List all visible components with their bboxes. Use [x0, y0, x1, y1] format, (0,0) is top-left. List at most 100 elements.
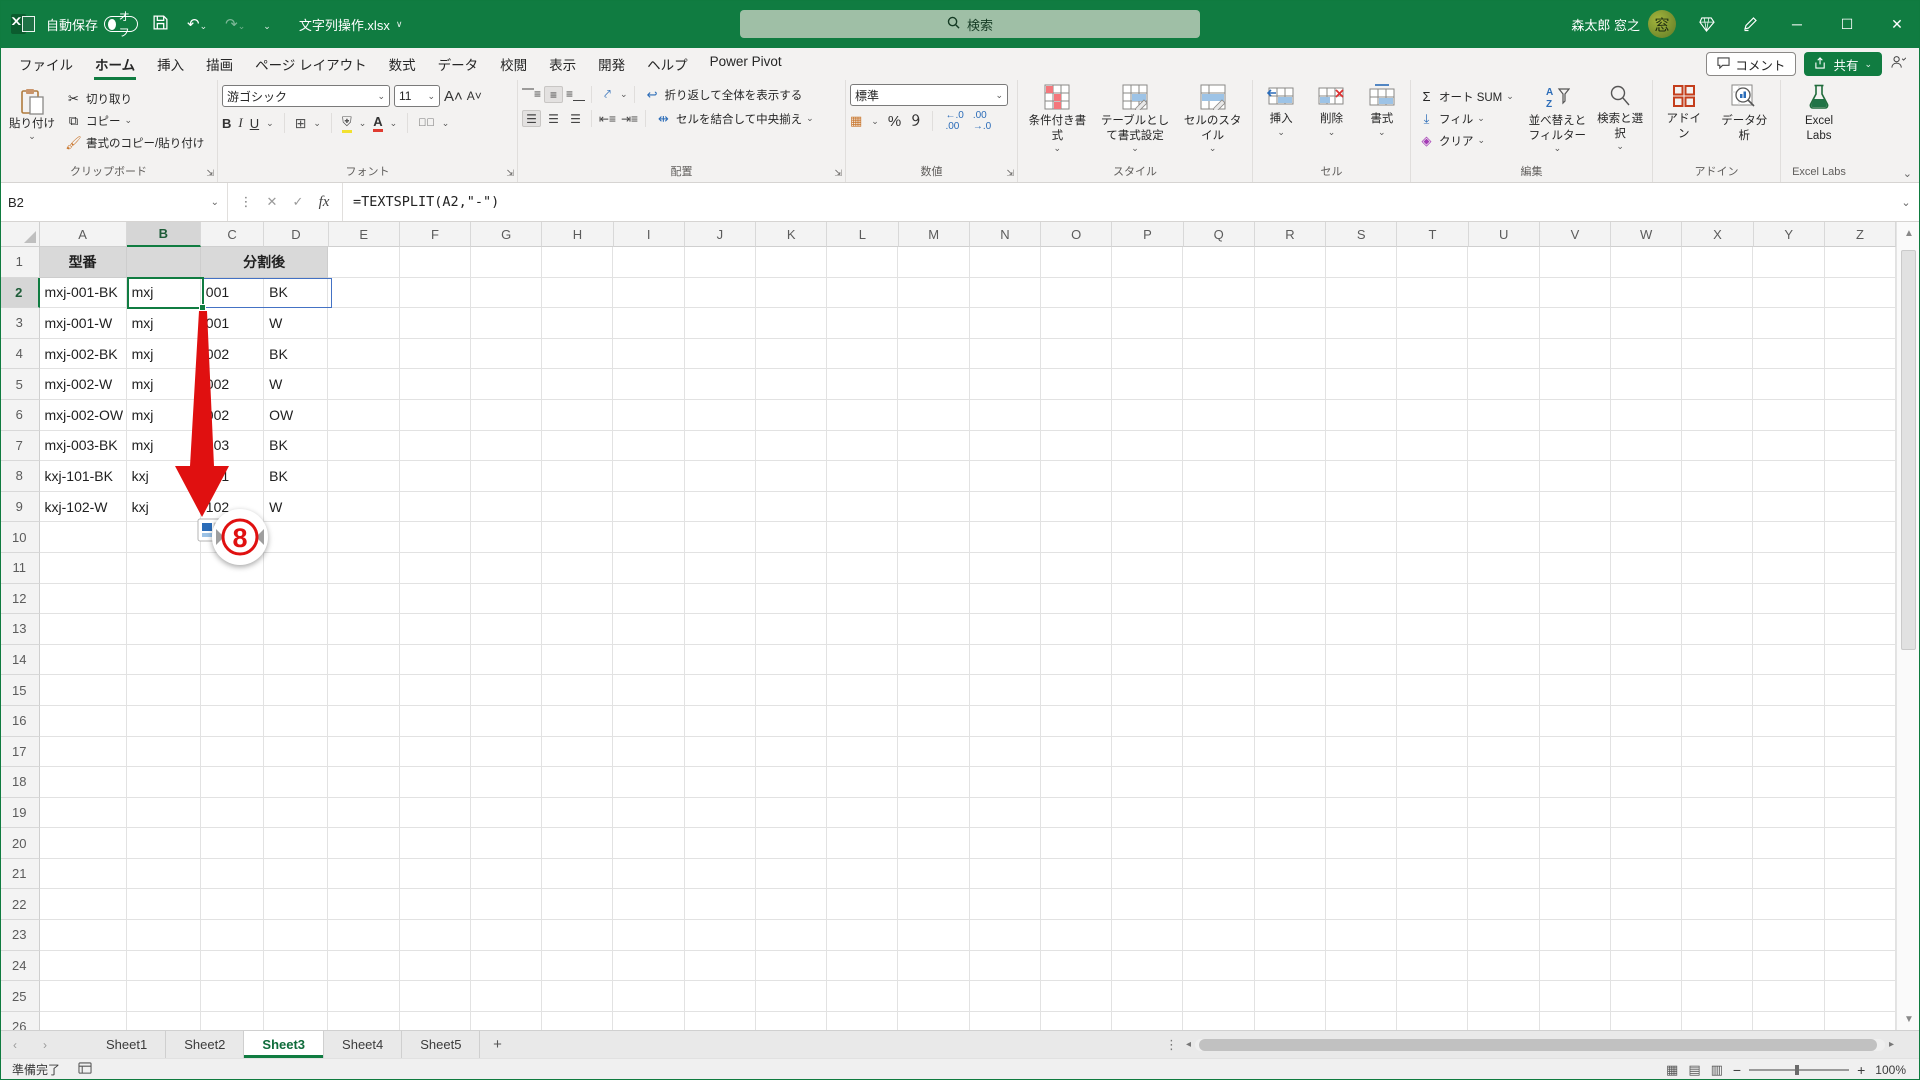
cell-E16[interactable]	[328, 705, 400, 737]
cell-G5[interactable]	[470, 369, 543, 400]
ribbon-tab-表示[interactable]: 表示	[538, 49, 587, 79]
cell-Q6[interactable]	[1183, 399, 1255, 431]
cell-F20[interactable]	[399, 828, 471, 859]
ribbon-tab-ヘルプ[interactable]: ヘルプ	[636, 49, 699, 79]
cell-K18[interactable]	[755, 767, 828, 798]
cell-Y17[interactable]	[1753, 736, 1825, 768]
cell-I4[interactable]	[613, 338, 685, 370]
cell-P15[interactable]	[1112, 675, 1184, 706]
cell-Z19[interactable]	[1824, 797, 1896, 829]
row-header-4[interactable]: 4	[0, 338, 40, 370]
save-icon[interactable]	[148, 14, 173, 35]
cell-F17[interactable]	[399, 736, 471, 768]
cell-R22[interactable]	[1254, 889, 1326, 921]
cell-F2[interactable]	[399, 277, 471, 309]
cell-W5[interactable]	[1610, 369, 1683, 400]
cell-Q16[interactable]	[1183, 705, 1255, 737]
cell-D14[interactable]	[264, 644, 329, 676]
cell-D23[interactable]	[264, 920, 329, 951]
cell-T9[interactable]	[1397, 491, 1469, 523]
cell-J14[interactable]	[684, 644, 756, 676]
scroll-up-icon[interactable]: ▲	[1897, 222, 1920, 244]
cell-K16[interactable]	[755, 705, 828, 737]
cell-H5[interactable]	[542, 369, 614, 400]
cell-G21[interactable]	[470, 858, 543, 890]
cell-I14[interactable]	[613, 644, 685, 676]
cell-N4[interactable]	[969, 338, 1041, 370]
autosave-toggle[interactable]: 自動保存 オフ	[46, 11, 139, 39]
cell-U22[interactable]	[1468, 889, 1540, 921]
cell-F1[interactable]	[399, 247, 471, 278]
cell-B20[interactable]	[126, 828, 201, 859]
cell-X14[interactable]	[1682, 644, 1754, 676]
cell-P6[interactable]	[1112, 399, 1184, 431]
cell-I7[interactable]	[613, 430, 685, 462]
cell-K8[interactable]	[755, 461, 828, 492]
editing-pen-icon[interactable]	[1730, 0, 1770, 48]
cell-B16[interactable]	[126, 705, 201, 737]
cell-Q3[interactable]	[1183, 308, 1255, 339]
cell-W14[interactable]	[1610, 644, 1683, 676]
cell-U1[interactable]	[1468, 247, 1540, 278]
row-header-19[interactable]: 19	[0, 797, 40, 829]
vertical-scroll-thumb[interactable]	[1901, 250, 1916, 650]
cell-S24[interactable]	[1325, 950, 1398, 982]
format-cells-button[interactable]: 書式 ⌄	[1358, 84, 1406, 138]
cell-V11[interactable]	[1539, 552, 1611, 584]
cell-Z6[interactable]	[1824, 399, 1896, 431]
cell-D2[interactable]: BK	[264, 277, 329, 309]
cell-I8[interactable]	[613, 461, 685, 492]
cell-L4[interactable]	[827, 338, 899, 370]
cell-X22[interactable]	[1682, 889, 1754, 921]
cell-A3[interactable]: mxj-001-W	[39, 308, 127, 339]
cell-Z18[interactable]	[1824, 767, 1896, 798]
cell-O11[interactable]	[1040, 552, 1113, 584]
align-center-icon[interactable]: ☰	[544, 110, 563, 127]
cell-V6[interactable]	[1539, 399, 1611, 431]
cell-N16[interactable]	[969, 705, 1041, 737]
cell-U2[interactable]	[1468, 277, 1540, 309]
cell-F22[interactable]	[399, 889, 471, 921]
cell-U17[interactable]	[1468, 736, 1540, 768]
cell-F23[interactable]	[399, 920, 471, 951]
cell-B10[interactable]	[126, 522, 201, 553]
cell-F19[interactable]	[399, 797, 471, 829]
cell-V10[interactable]	[1539, 522, 1611, 553]
cell-A22[interactable]	[39, 889, 127, 921]
cell-Z21[interactable]	[1824, 858, 1896, 890]
cell-K26[interactable]	[756, 1011, 828, 1030]
cell-T1[interactable]	[1397, 247, 1469, 278]
sheet-nav-right-icon[interactable]: ›	[30, 1031, 60, 1058]
minimize-button[interactable]: ─	[1774, 0, 1820, 48]
cell-E21[interactable]	[328, 858, 400, 890]
cell-M16[interactable]	[898, 705, 970, 737]
cell-R26[interactable]	[1255, 1011, 1326, 1030]
sheet-tab-Sheet4[interactable]: Sheet4	[324, 1031, 403, 1058]
cell-Z3[interactable]	[1824, 308, 1896, 339]
cell-X16[interactable]	[1682, 705, 1754, 737]
cell-K2[interactable]	[755, 277, 828, 309]
cell-J26[interactable]	[685, 1011, 756, 1030]
column-header-A[interactable]: A	[39, 222, 127, 247]
row-header-22[interactable]: 22	[0, 889, 40, 921]
cell-Z12[interactable]	[1824, 583, 1896, 615]
cell-V2[interactable]	[1539, 277, 1611, 309]
font-family-select[interactable]: 游ゴシック ⌄	[222, 85, 390, 107]
cell-C7[interactable]: 003	[200, 430, 265, 462]
cell-N24[interactable]	[969, 950, 1041, 982]
merge-center-button[interactable]: ⇹ セルを結合して中央揃え ⌄	[652, 108, 817, 129]
cell-L11[interactable]	[827, 552, 899, 584]
cell-A19[interactable]	[39, 797, 127, 829]
cell-C13[interactable]	[200, 614, 265, 645]
cell-P10[interactable]	[1112, 522, 1184, 553]
cell-N8[interactable]	[969, 461, 1041, 492]
cell-M15[interactable]	[898, 675, 970, 706]
cell-T20[interactable]	[1397, 828, 1469, 859]
cell-J3[interactable]	[684, 308, 756, 339]
sort-filter-button[interactable]: AZ 並べ替えとフィルター ⌄	[1525, 84, 1591, 154]
wrap-text-button[interactable]: ↩ 折り返して全体を表示する	[641, 84, 806, 105]
cell-L21[interactable]	[827, 858, 899, 890]
cell-D13[interactable]	[264, 614, 329, 645]
cell-O15[interactable]	[1040, 675, 1113, 706]
row-header-1[interactable]: 1	[0, 247, 40, 278]
